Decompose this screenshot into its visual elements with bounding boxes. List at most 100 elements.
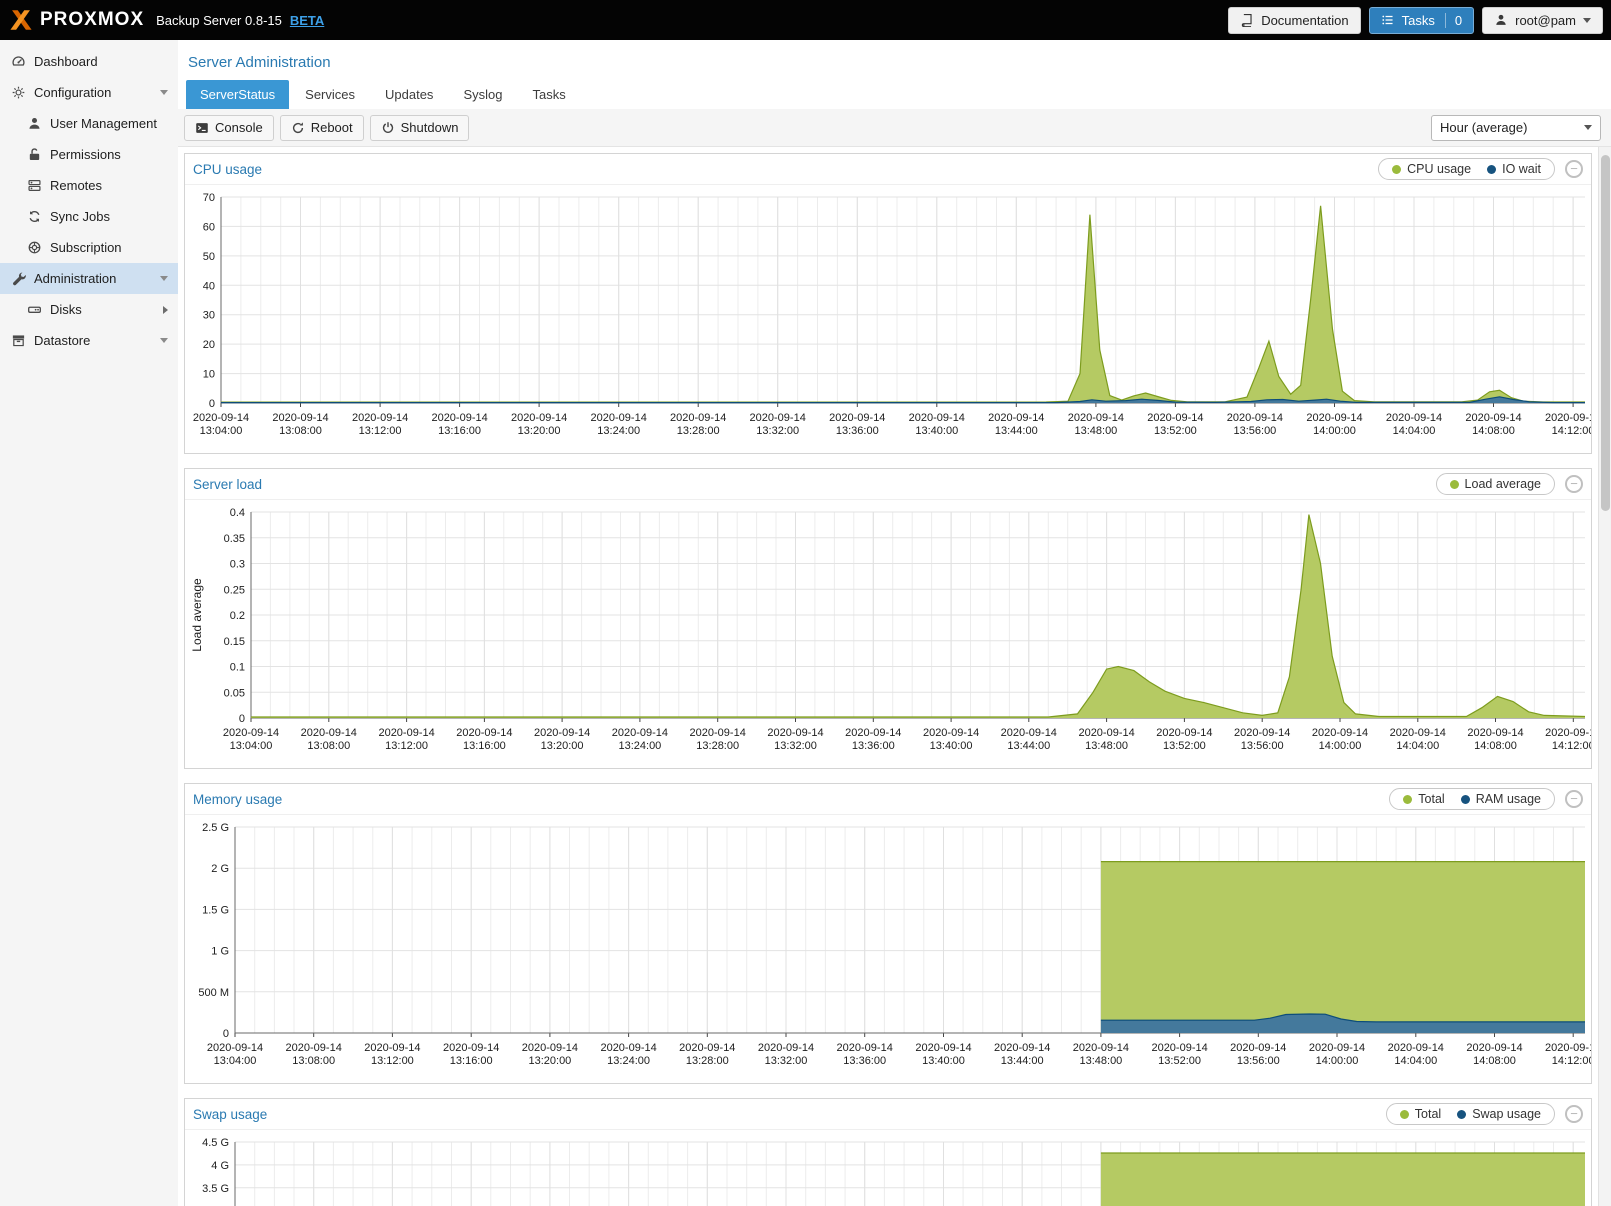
tab-tasks[interactable]: Tasks	[518, 80, 579, 109]
legend-item-load-average: Load average	[1450, 477, 1541, 491]
panel-server-load: Server loadLoad average−00.050.10.150.20…	[184, 468, 1592, 769]
svg-text:13:20:00: 13:20:00	[528, 1055, 571, 1067]
svg-text:2020-09-14: 2020-09-14	[364, 1042, 420, 1054]
user-icon	[26, 116, 42, 131]
wrench-icon	[10, 271, 26, 286]
svg-text:13:52:00: 13:52:00	[1158, 1055, 1201, 1067]
svg-text:2020-09-14: 2020-09-14	[511, 412, 567, 424]
top-header: PROXMOX Backup Server 0.8-15 BETA Docume…	[0, 0, 1611, 40]
expander-chevron-down-icon[interactable]	[160, 276, 168, 281]
tab-syslog[interactable]: Syslog	[449, 80, 516, 109]
svg-text:2020-09-14: 2020-09-14	[378, 727, 434, 739]
panel-memory-usage: Memory usageTotalRAM usage−0500 M1 G1.5 …	[184, 783, 1592, 1084]
documentation-button[interactable]: Documentation	[1228, 7, 1360, 34]
svg-text:2020-09-14: 2020-09-14	[994, 1042, 1050, 1054]
svg-text:13:04:00: 13:04:00	[200, 425, 243, 437]
svg-text:2020-09-14: 2020-09-14	[1545, 1042, 1591, 1054]
legend-dot-icon	[1400, 1110, 1409, 1119]
shutdown-button[interactable]: Shutdown	[370, 115, 470, 141]
expander-chevron-right-icon[interactable]	[163, 306, 168, 314]
shutdown-label: Shutdown	[401, 120, 459, 135]
svg-text:20: 20	[203, 339, 215, 351]
svg-text:3.5 G: 3.5 G	[202, 1183, 229, 1195]
collapse-panel-icon[interactable]: −	[1565, 160, 1583, 178]
panel-title: Memory usage	[193, 792, 282, 807]
svg-text:70: 70	[203, 192, 215, 204]
svg-text:13:52:00: 13:52:00	[1163, 740, 1206, 752]
svg-text:13:36:00: 13:36:00	[843, 1055, 886, 1067]
svg-text:13:24:00: 13:24:00	[597, 425, 640, 437]
svg-text:14:00:00: 14:00:00	[1319, 740, 1362, 752]
product-version: Backup Server 0.8-15	[156, 13, 282, 28]
svg-text:13:16:00: 13:16:00	[438, 425, 481, 437]
sidebar-nav: DashboardConfigurationUser ManagementPer…	[0, 40, 178, 1206]
svg-text:60: 60	[203, 221, 215, 233]
svg-text:14:00:00: 14:00:00	[1313, 425, 1356, 437]
svg-text:0: 0	[209, 398, 215, 410]
sidebar-item-disks[interactable]: Disks	[0, 294, 178, 325]
sidebar-item-datastore[interactable]: Datastore	[0, 325, 178, 356]
svg-text:2020-09-14: 2020-09-14	[193, 412, 249, 424]
user-menu-button[interactable]: root@pam	[1482, 7, 1603, 34]
documentation-label: Documentation	[1261, 13, 1348, 28]
timeframe-select[interactable]: Hour (average)	[1431, 115, 1601, 141]
expander-chevron-down-icon[interactable]	[160, 90, 168, 95]
lifering-icon	[26, 240, 42, 255]
legend-label: Swap usage	[1472, 1107, 1541, 1121]
sidebar-item-permissions[interactable]: Permissions	[0, 139, 178, 170]
collapse-panel-icon[interactable]: −	[1565, 790, 1583, 808]
sidebar-item-label: Sync Jobs	[50, 209, 110, 224]
sidebar-item-sync-jobs[interactable]: Sync Jobs	[0, 201, 178, 232]
sidebar-item-configuration[interactable]: Configuration	[0, 77, 178, 108]
svg-text:0.35: 0.35	[224, 533, 245, 545]
chart-swap-usage: 0500 M1 G1.5 G2 G2.5 G3 G3.5 G4 G4.5 G20…	[185, 1130, 1591, 1206]
svg-text:2020-09-14: 2020-09-14	[837, 1042, 893, 1054]
svg-text:500 M: 500 M	[198, 987, 229, 999]
chart-server-load: 00.050.10.150.20.250.30.350.42020-09-141…	[185, 500, 1591, 768]
svg-text:13:08:00: 13:08:00	[279, 425, 322, 437]
svg-text:2 G: 2 G	[211, 863, 229, 875]
sidebar-item-administration[interactable]: Administration	[0, 263, 178, 294]
scrollbar-thumb[interactable]	[1601, 155, 1610, 511]
console-button[interactable]: Console	[184, 115, 274, 141]
collapse-panel-icon[interactable]: −	[1565, 1105, 1583, 1123]
legend-label: IO wait	[1502, 162, 1541, 176]
beta-link[interactable]: BETA	[290, 13, 324, 28]
server-icon	[26, 178, 42, 193]
legend-dot-icon	[1450, 480, 1459, 489]
tab-serverstatus[interactable]: ServerStatus	[186, 80, 289, 109]
svg-text:0.4: 0.4	[230, 507, 245, 519]
reboot-button[interactable]: Reboot	[280, 115, 364, 141]
sidebar-item-user-management[interactable]: User Management	[0, 108, 178, 139]
svg-text:13:04:00: 13:04:00	[230, 740, 273, 752]
svg-text:2020-09-14: 2020-09-14	[456, 727, 512, 739]
vertical-scrollbar[interactable]	[1598, 147, 1611, 1206]
svg-text:2020-09-14: 2020-09-14	[1465, 412, 1521, 424]
sidebar-item-dashboard[interactable]: Dashboard	[0, 46, 178, 77]
collapse-panel-icon[interactable]: −	[1565, 475, 1583, 493]
legend-item-io-wait: IO wait	[1487, 162, 1541, 176]
tab-updates[interactable]: Updates	[371, 80, 447, 109]
tasks-button[interactable]: Tasks 0	[1369, 7, 1474, 34]
dashboard-icon	[10, 54, 26, 69]
proxmox-x-icon	[8, 7, 34, 33]
sidebar-item-subscription[interactable]: Subscription	[0, 232, 178, 263]
sidebar-item-remotes[interactable]: Remotes	[0, 170, 178, 201]
svg-text:0.3: 0.3	[230, 559, 245, 571]
svg-text:4.5 G: 4.5 G	[202, 1137, 229, 1149]
tab-services[interactable]: Services	[291, 80, 369, 109]
svg-text:2020-09-14: 2020-09-14	[1545, 727, 1591, 739]
chart-cpu-usage: 0102030405060702020-09-1413:04:002020-09…	[185, 185, 1591, 453]
tasks-count-badge: 0	[1445, 13, 1462, 28]
svg-text:2020-09-14: 2020-09-14	[1151, 1042, 1207, 1054]
svg-text:2020-09-14: 2020-09-14	[670, 412, 726, 424]
refresh-icon	[26, 209, 42, 224]
svg-text:2020-09-14: 2020-09-14	[679, 1042, 735, 1054]
panel-header: Swap usageTotalSwap usage−	[185, 1099, 1591, 1130]
chart-svg-server-load: 00.050.10.150.20.250.30.350.42020-09-141…	[185, 502, 1591, 764]
svg-text:2020-09-14: 2020-09-14	[829, 412, 885, 424]
user-icon	[1494, 13, 1508, 27]
svg-text:2020-09-14: 2020-09-14	[1388, 1042, 1444, 1054]
svg-text:13:56:00: 13:56:00	[1233, 425, 1276, 437]
expander-chevron-down-icon[interactable]	[160, 338, 168, 343]
